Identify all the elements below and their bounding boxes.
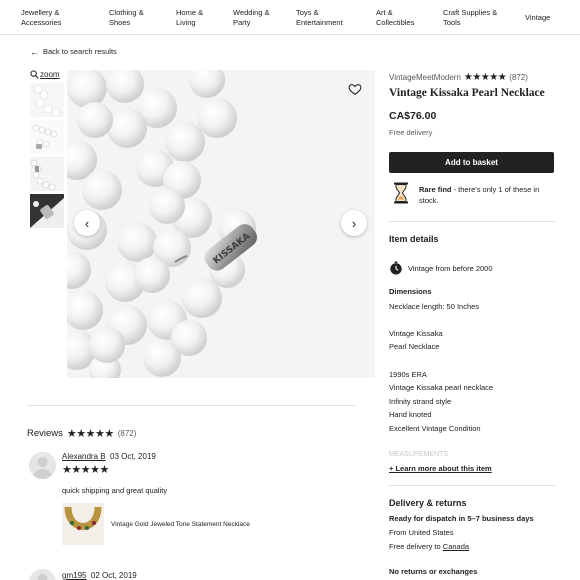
chevron-right-icon: › — [351, 215, 357, 231]
arrow-left-icon: ← — [30, 46, 39, 57]
shop-rating-stars: ★★★★★ — [463, 72, 507, 83]
thumbnail-2[interactable] — [30, 120, 64, 154]
free-delivery-to: Free delivery to Canada — [389, 542, 469, 551]
add-to-basket-button[interactable]: Add to basket — [389, 152, 554, 173]
nav-art[interactable]: Art & Collectibles — [376, 8, 426, 28]
zoom-label: zoom — [40, 70, 60, 79]
avatar[interactable] — [29, 452, 56, 479]
vintage-text: Vintage from before 2000 — [408, 263, 493, 273]
dimensions-value: Necklace length: 50 Inches — [389, 302, 480, 311]
review-meta: Alexandra B 03 Oct, 2019 — [62, 452, 156, 461]
reviewed-item-label[interactable]: Vintage Gold Jeweled Tone Statement Neck… — [111, 521, 250, 528]
description-line: Vintage Kissaka pearl necklace — [389, 383, 494, 392]
nav-jewellery[interactable]: Jewellery & Accessories — [21, 8, 81, 28]
divider — [389, 221, 555, 222]
zoom-link[interactable]: zoom — [30, 70, 60, 79]
shop-info: VintageMeetModern ★★★★★ (872) — [389, 72, 528, 83]
shop-rating-count[interactable]: (872) — [509, 73, 528, 82]
pearl-necklace-photo: KISSAKA — [67, 70, 375, 378]
description-line: Infinity strand style — [389, 397, 452, 406]
reviews-header: Reviews ★★★★★ (872) — [27, 427, 136, 440]
nav-wedding[interactable]: Wedding & Party — [233, 8, 279, 28]
description-line: Vintage Kissaka — [389, 329, 443, 338]
ships-from: From United States — [389, 528, 454, 537]
vintage-info: Vintage from before 2000 — [389, 261, 493, 275]
clock-icon — [390, 261, 402, 275]
review-date: 03 Oct, 2019 — [110, 452, 156, 461]
reviews-count: (872) — [117, 429, 137, 438]
avatar[interactable] — [29, 569, 56, 580]
learn-more-link[interactable]: + Learn more about this item — [389, 464, 492, 473]
dimensions-label: Dimensions — [389, 287, 432, 296]
main-product-image[interactable]: KISSAKA — [67, 70, 375, 378]
divider — [27, 405, 355, 406]
rare-find-text: Rare find - there's only 1 of these in s… — [419, 182, 558, 206]
country-link[interactable]: Canada — [443, 542, 469, 551]
nav-clothing[interactable]: Clothing & Shoes — [109, 8, 157, 28]
rare-find-notice: Rare find - there's only 1 of these in s… — [393, 182, 558, 206]
hourglass-icon — [394, 182, 408, 204]
description-line: Hand knoted — [389, 410, 432, 419]
reviews-heading: Reviews — [27, 428, 63, 439]
product-price: CA$76.00 — [389, 110, 437, 122]
review-meta: gm195 02 Oct, 2019 — [62, 571, 137, 580]
nav-toys[interactable]: Toys & Entertainment — [296, 8, 356, 28]
magnifier-icon — [30, 70, 39, 79]
description-line: 1990s ERA — [389, 370, 427, 379]
shop-name-link[interactable]: VintageMeetModern — [389, 73, 461, 82]
review-date: 02 Oct, 2019 — [90, 571, 137, 580]
reviewed-item[interactable]: Vintage Gold Jeweled Tone Statement Neck… — [62, 503, 250, 545]
delivery-returns-heading[interactable]: Delivery & returns — [389, 498, 467, 508]
rare-find-title: Rare find — [419, 185, 452, 194]
divider — [389, 485, 555, 486]
thumbnail-1[interactable] — [30, 83, 64, 117]
nav-craft[interactable]: Craft Supplies & Tools — [443, 8, 513, 28]
description-line-faded: MEASUREMENTS — [389, 451, 449, 458]
item-details-heading[interactable]: Item details — [389, 234, 439, 244]
next-image-button[interactable]: › — [341, 210, 367, 236]
reviewed-item-image[interactable] — [62, 503, 104, 545]
description-line: Pearl Necklace — [389, 342, 440, 351]
dispatch-time: Ready for dispatch in 5–7 business days — [389, 514, 534, 523]
heart-icon[interactable] — [348, 82, 362, 96]
reviewer-name-link[interactable]: gm195 — [62, 571, 86, 580]
review-stars: ★★★★★ — [62, 464, 109, 476]
reviewer-name-link[interactable]: Alexandra B — [62, 452, 106, 461]
previous-image-button[interactable]: ‹ — [74, 210, 100, 236]
thumbnail-4[interactable] — [30, 194, 64, 228]
nav-home[interactable]: Home & Living — [176, 8, 214, 28]
reviews-stars: ★★★★★ — [66, 428, 114, 440]
thumbnail-3[interactable] — [30, 157, 64, 191]
returns-policy: No returns or exchanges — [389, 567, 478, 576]
delivery-note: Free delivery — [389, 128, 433, 137]
review-text: quick shipping and great quality — [62, 486, 168, 495]
back-to-search-link[interactable]: ← Back to search results — [30, 47, 117, 56]
description-line: Excellent Vintage Condition — [389, 424, 481, 433]
nav-vintage[interactable]: Vintage — [525, 13, 550, 23]
product-title: Vintage Kissaka Pearl Necklace — [389, 87, 545, 99]
category-nav: Jewellery & Accessories Clothing & Shoes… — [0, 0, 580, 35]
chevron-left-icon: ‹ — [84, 215, 90, 231]
free-delivery-prefix: Free delivery to — [389, 542, 443, 551]
back-link-label: Back to search results — [43, 47, 117, 56]
